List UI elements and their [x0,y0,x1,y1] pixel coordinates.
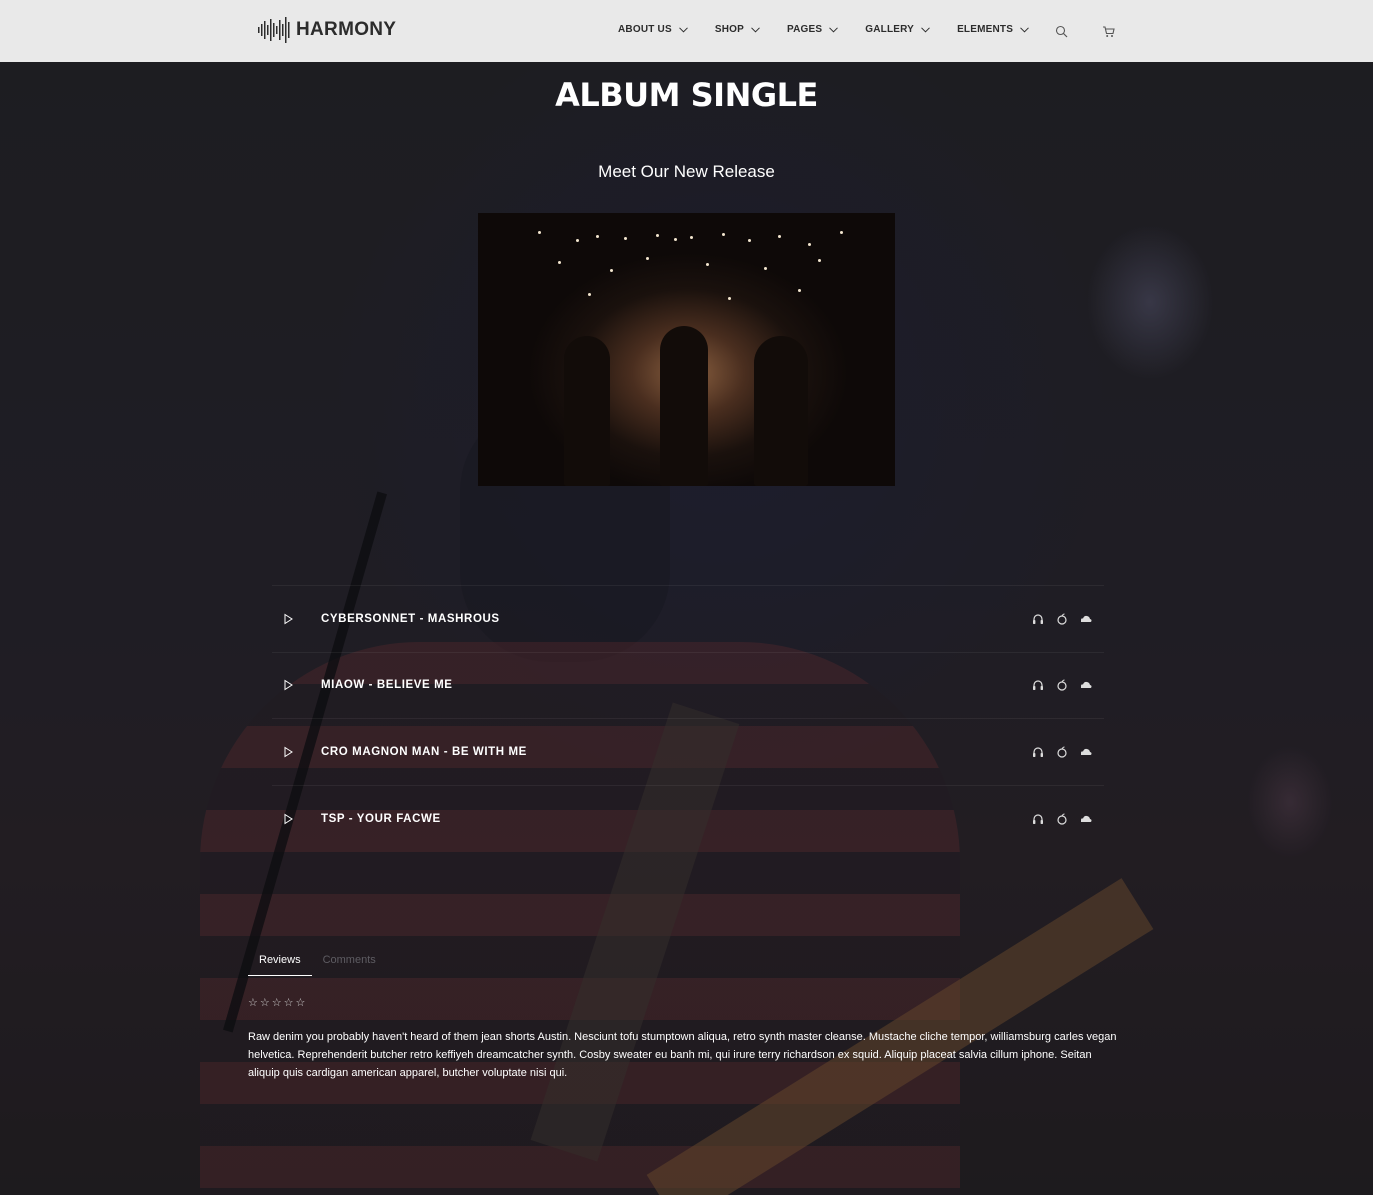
soundcloud-icon[interactable] [1080,746,1092,758]
page-title: ALBUM SINGLE [555,76,818,114]
logo-waveform-icon [258,17,290,43]
top-navbar: HARMONY ABOUT US SHOP PAGES GALLERY ELEM… [0,0,1373,62]
nav-item-label: GALLERY [865,24,915,35]
album-cover-image [478,213,895,486]
nav-item-pages[interactable]: PAGES [786,24,839,35]
track-title[interactable]: CRO MAGNON MAN - BE WITH ME [321,746,527,758]
main-content: ALBUM SINGLE Meet Our New Release CYBERS… [0,62,1373,1195]
chevron-down-icon [751,26,760,33]
logo-text: HARMONY [296,19,397,40]
play-icon[interactable] [284,813,293,825]
nav-item-shop[interactable]: SHOP [715,24,760,35]
nav-item-label: ELEMENTS [957,24,1014,35]
tracklist: CYBERSONNET - MASHROUS MIAOW - BELIEVE M… [272,585,1104,852]
main-nav: ABOUT US SHOP PAGES GALLERY ELEMENTS [618,24,1056,35]
track-store-links [1032,813,1092,825]
apple-icon[interactable] [1056,813,1068,825]
headphones-icon[interactable] [1032,746,1044,758]
chevron-down-icon [921,26,930,33]
track-row: TSP - YOUR FACWE [272,786,1104,853]
play-icon[interactable] [284,679,293,691]
track-row: CRO MAGNON MAN - BE WITH ME [272,719,1104,786]
track-title[interactable]: TSP - YOUR FACWE [321,813,441,825]
apple-icon[interactable] [1056,746,1068,758]
review-text: Raw denim you probably haven't heard of … [248,1031,1117,1079]
track-row: CYBERSONNET - MASHROUS [272,586,1104,653]
track-store-links [1032,746,1092,758]
cart-icon[interactable] [1102,25,1115,38]
tab-comments[interactable]: Comments [312,946,387,976]
track-row: MIAOW - BELIEVE ME [272,653,1104,719]
nav-item-label: ABOUT US [618,24,672,35]
soundcloud-icon[interactable] [1080,613,1092,625]
headphones-icon[interactable] [1032,613,1044,625]
soundcloud-icon[interactable] [1080,679,1092,691]
headphones-icon[interactable] [1032,679,1044,691]
track-store-links [1032,679,1092,691]
headphones-icon[interactable] [1032,813,1044,825]
page-subtitle: Meet Our New Release [598,162,775,181]
nav-item-about-us[interactable]: ABOUT US [618,24,688,35]
apple-icon[interactable] [1056,613,1068,625]
play-icon[interactable] [284,746,293,758]
track-title[interactable]: MIAOW - BELIEVE ME [321,679,453,691]
logo-link[interactable]: HARMONY [258,16,396,44]
tab-reviews[interactable]: Reviews [248,946,312,976]
track-title[interactable]: CYBERSONNET - MASHROUS [321,613,500,625]
play-icon[interactable] [284,613,293,625]
chevron-down-icon [678,26,688,33]
review-tabs: Reviews Comments [248,946,387,976]
nav-item-label: PAGES [786,24,823,35]
soundcloud-icon[interactable] [1080,813,1092,825]
track-store-links [1032,613,1092,625]
apple-icon[interactable] [1056,679,1068,691]
nav-item-elements[interactable]: ELEMENTS [957,24,1029,35]
search-icon[interactable] [1055,25,1068,38]
nav-item-gallery[interactable]: GALLERY [865,24,930,35]
rating-stars[interactable]: ☆☆☆☆☆ [248,996,307,1009]
chevron-down-icon [829,26,839,33]
nav-item-label: SHOP [714,24,744,35]
chevron-down-icon [1020,26,1029,33]
